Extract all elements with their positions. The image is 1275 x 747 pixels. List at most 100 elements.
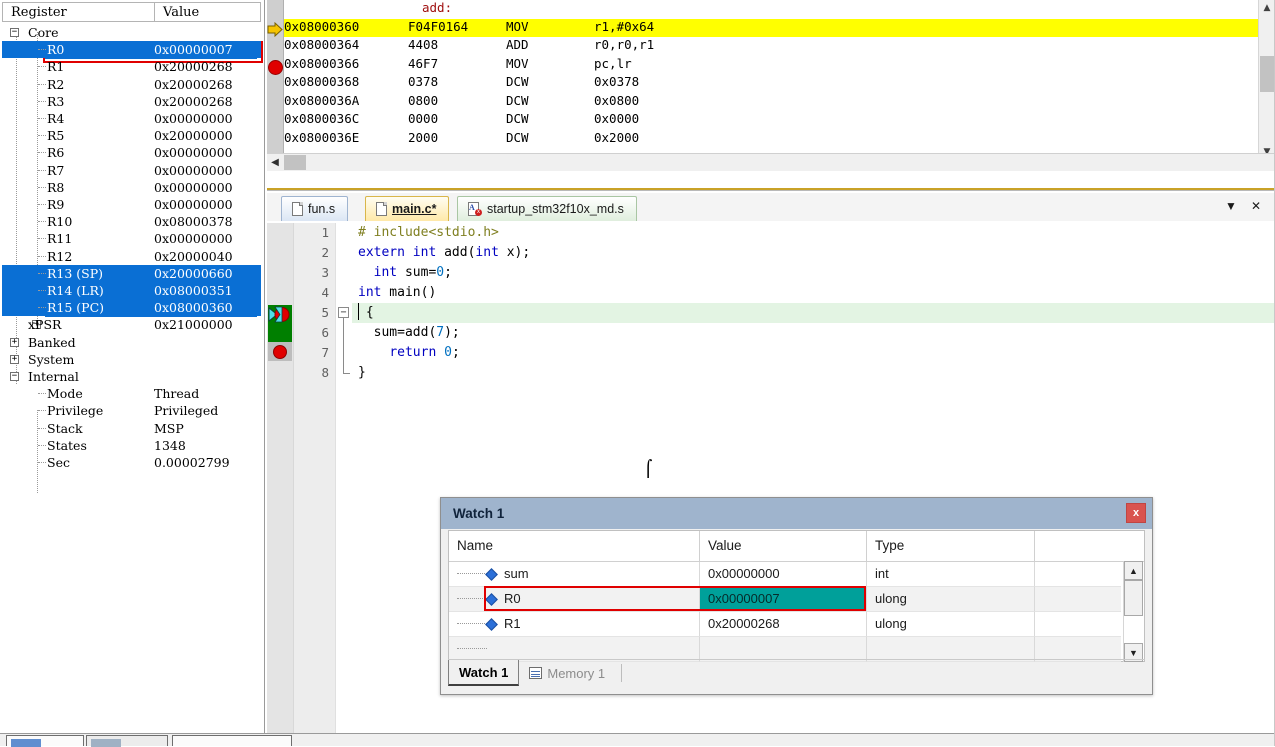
bottom-tab-1[interactable]: [6, 735, 84, 747]
register-row[interactable]: R1 0x20000268: [2, 58, 261, 75]
disassembly-line[interactable]: 0x0800036E 2000 DCW 0x2000: [284, 130, 1259, 149]
register-name: R3: [47, 93, 65, 109]
register-row[interactable]: + xPSR 0x21000000: [2, 316, 261, 333]
code-line[interactable]: {: [352, 303, 1275, 323]
register-row[interactable]: R10 0x08000378: [2, 213, 261, 230]
scroll-left-button[interactable]: ◀: [267, 154, 283, 170]
disassembly-horizontal-scrollbar[interactable]: ◀: [267, 153, 1275, 171]
chevron-down-icon[interactable]: ▼: [1225, 199, 1237, 213]
disassembly-vertical-scrollbar[interactable]: ▲ ▼: [1258, 0, 1275, 160]
watch-extra[interactable]: [1035, 612, 1121, 637]
register-row[interactable]: − Core: [2, 24, 261, 41]
watch-extra[interactable]: [1035, 587, 1121, 612]
watch-name[interactable]: R0: [449, 587, 700, 612]
disassembly-line[interactable]: 0x0800036A 0800 DCW 0x0800: [284, 93, 1259, 112]
tree-expander-icon[interactable]: −: [10, 372, 19, 381]
tab-memory-1[interactable]: Memory 1: [519, 660, 615, 686]
watch-column-name[interactable]: Name: [449, 531, 700, 561]
code-line[interactable]: sum=add(7);: [352, 323, 1275, 343]
debugger-window: Register Value − Core R0 0x00000007 R1 0x2000…: [0, 0, 1275, 747]
disassembly-gutter[interactable]: [267, 0, 284, 160]
breakpoint-marker[interactable]: [268, 342, 292, 361]
tab-watch-1[interactable]: Watch 1: [448, 660, 520, 686]
register-row[interactable]: R7 0x00000000: [2, 162, 261, 179]
watch-name[interactable]: R1: [449, 612, 700, 637]
register-row[interactable]: Privilege Privileged: [2, 402, 261, 419]
watch-name[interactable]: sum: [449, 562, 700, 587]
register-row[interactable]: R13 (SP) 0x20000660: [2, 264, 261, 282]
disassembly-line[interactable]: 0x0800036C 0000 DCW 0x0000: [284, 111, 1259, 130]
bottom-tab-2[interactable]: [86, 735, 168, 747]
watch-type[interactable]: int: [867, 562, 1035, 587]
disassembly-line[interactable]: 0x08000368 0378 DCW 0x0378: [284, 74, 1259, 93]
breakpoint-gutter[interactable]: [267, 223, 294, 736]
tab-startup-stm32f10x-md-s[interactable]: Ax startup_stm32f10x_md.s: [457, 196, 637, 221]
code-line[interactable]: return 0;: [352, 343, 1275, 363]
register-row[interactable]: R0 0x00000007: [2, 41, 261, 59]
register-row[interactable]: Mode Thread: [2, 385, 261, 402]
code-line[interactable]: }: [352, 363, 1275, 383]
register-row[interactable]: R4 0x00000000: [2, 110, 261, 127]
watch-value[interactable]: 0x00000000: [700, 562, 867, 587]
watch-column-value[interactable]: Value: [700, 531, 867, 561]
code-line[interactable]: int main(): [352, 283, 1275, 303]
disassembly-line[interactable]: 0x08000364 4408 ADD r0,r0,r1: [284, 37, 1259, 56]
register-row[interactable]: R11 0x00000000: [2, 230, 261, 247]
register-value: MSP: [154, 420, 184, 436]
fold-collapse-box[interactable]: −: [338, 307, 349, 318]
register-row[interactable]: + System: [2, 351, 261, 368]
watch-row[interactable]: R1 0x20000268 ulong: [449, 612, 1144, 637]
code-folding-gutter[interactable]: −: [336, 223, 352, 736]
watch-value[interactable]: 0x20000268: [700, 612, 867, 637]
watch-value[interactable]: 0x00000007: [700, 587, 867, 612]
register-row[interactable]: R15 (PC) 0x08000360: [2, 299, 261, 317]
register-row[interactable]: R8 0x00000000: [2, 179, 261, 196]
register-row[interactable]: − Internal: [2, 368, 261, 385]
register-column-header[interactable]: Register: [3, 3, 155, 21]
disassembly-listing[interactable]: add: 0x08000360 F04F0164 MOV r1,#0x64 0x0800…: [284, 0, 1259, 160]
watch-column-type[interactable]: Type: [867, 531, 1035, 561]
scroll-up-button[interactable]: ▲: [1259, 0, 1275, 16]
tree-expander-icon[interactable]: −: [10, 28, 19, 37]
register-row[interactable]: R5 0x20000000: [2, 127, 261, 144]
code-line[interactable]: # include<stdio.h>: [352, 223, 1275, 243]
code-line[interactable]: extern int add(int x);: [352, 243, 1275, 263]
watch-titlebar[interactable]: Watch 1 x: [441, 498, 1152, 529]
tab-fun-s[interactable]: fun.s: [281, 196, 349, 221]
register-row[interactable]: R2 0x20000268: [2, 76, 261, 93]
tab-main-c[interactable]: main.c*: [365, 196, 450, 221]
register-row[interactable]: Stack MSP: [2, 420, 261, 437]
register-row[interactable]: R6 0x00000000: [2, 144, 261, 161]
tree-expander-icon[interactable]: +: [10, 354, 19, 364]
register-row[interactable]: R12 0x20000040: [2, 248, 261, 265]
register-row[interactable]: R9 0x00000000: [2, 196, 261, 213]
watch-column-extra[interactable]: [1035, 531, 1121, 561]
scroll-thumb[interactable]: [1260, 56, 1274, 92]
tree-expander-icon[interactable]: +: [10, 337, 19, 347]
register-row[interactable]: R14 (LR) 0x08000351: [2, 282, 261, 300]
value-column-header[interactable]: Value: [155, 3, 260, 21]
watch-type[interactable]: ulong: [867, 612, 1035, 637]
disassembly-line[interactable]: 0x08000360 F04F0164 MOV r1,#0x64: [284, 18, 1259, 37]
watch-table[interactable]: Name Value Type sum 0x00000000 int R0 0x0000…: [448, 530, 1145, 662]
register-tree[interactable]: − Core R0 0x00000007 R1 0x20000268 R2 0x2000026…: [2, 24, 261, 724]
watch-extra[interactable]: [1035, 562, 1121, 587]
scroll-thumb-horizontal[interactable]: [284, 155, 306, 170]
scroll-thumb[interactable]: [1124, 580, 1143, 616]
watch-type[interactable]: ulong: [867, 587, 1035, 612]
tree-connector: [457, 573, 487, 574]
register-row[interactable]: States 1348: [2, 437, 261, 454]
breakpoint-icon[interactable]: [268, 60, 283, 75]
watch-row[interactable]: sum 0x00000000 int: [449, 562, 1144, 587]
register-row[interactable]: + Banked: [2, 334, 261, 351]
code-line[interactable]: int sum=0;: [352, 263, 1275, 283]
register-row[interactable]: Sec 0.00002799: [2, 454, 261, 471]
close-icon[interactable]: ✕: [1251, 199, 1261, 213]
register-row[interactable]: R3 0x20000268: [2, 93, 261, 110]
watch-row[interactable]: R0 0x00000007 ulong: [449, 587, 1144, 612]
watch-vertical-scrollbar[interactable]: ▲ ▼: [1123, 561, 1143, 662]
bottom-tab-3[interactable]: [172, 735, 292, 746]
disassembly-line[interactable]: 0x08000366 46F7 MOV pc,lr: [284, 56, 1259, 75]
close-icon[interactable]: x: [1126, 503, 1146, 523]
scroll-up-button[interactable]: ▲: [1124, 561, 1143, 580]
